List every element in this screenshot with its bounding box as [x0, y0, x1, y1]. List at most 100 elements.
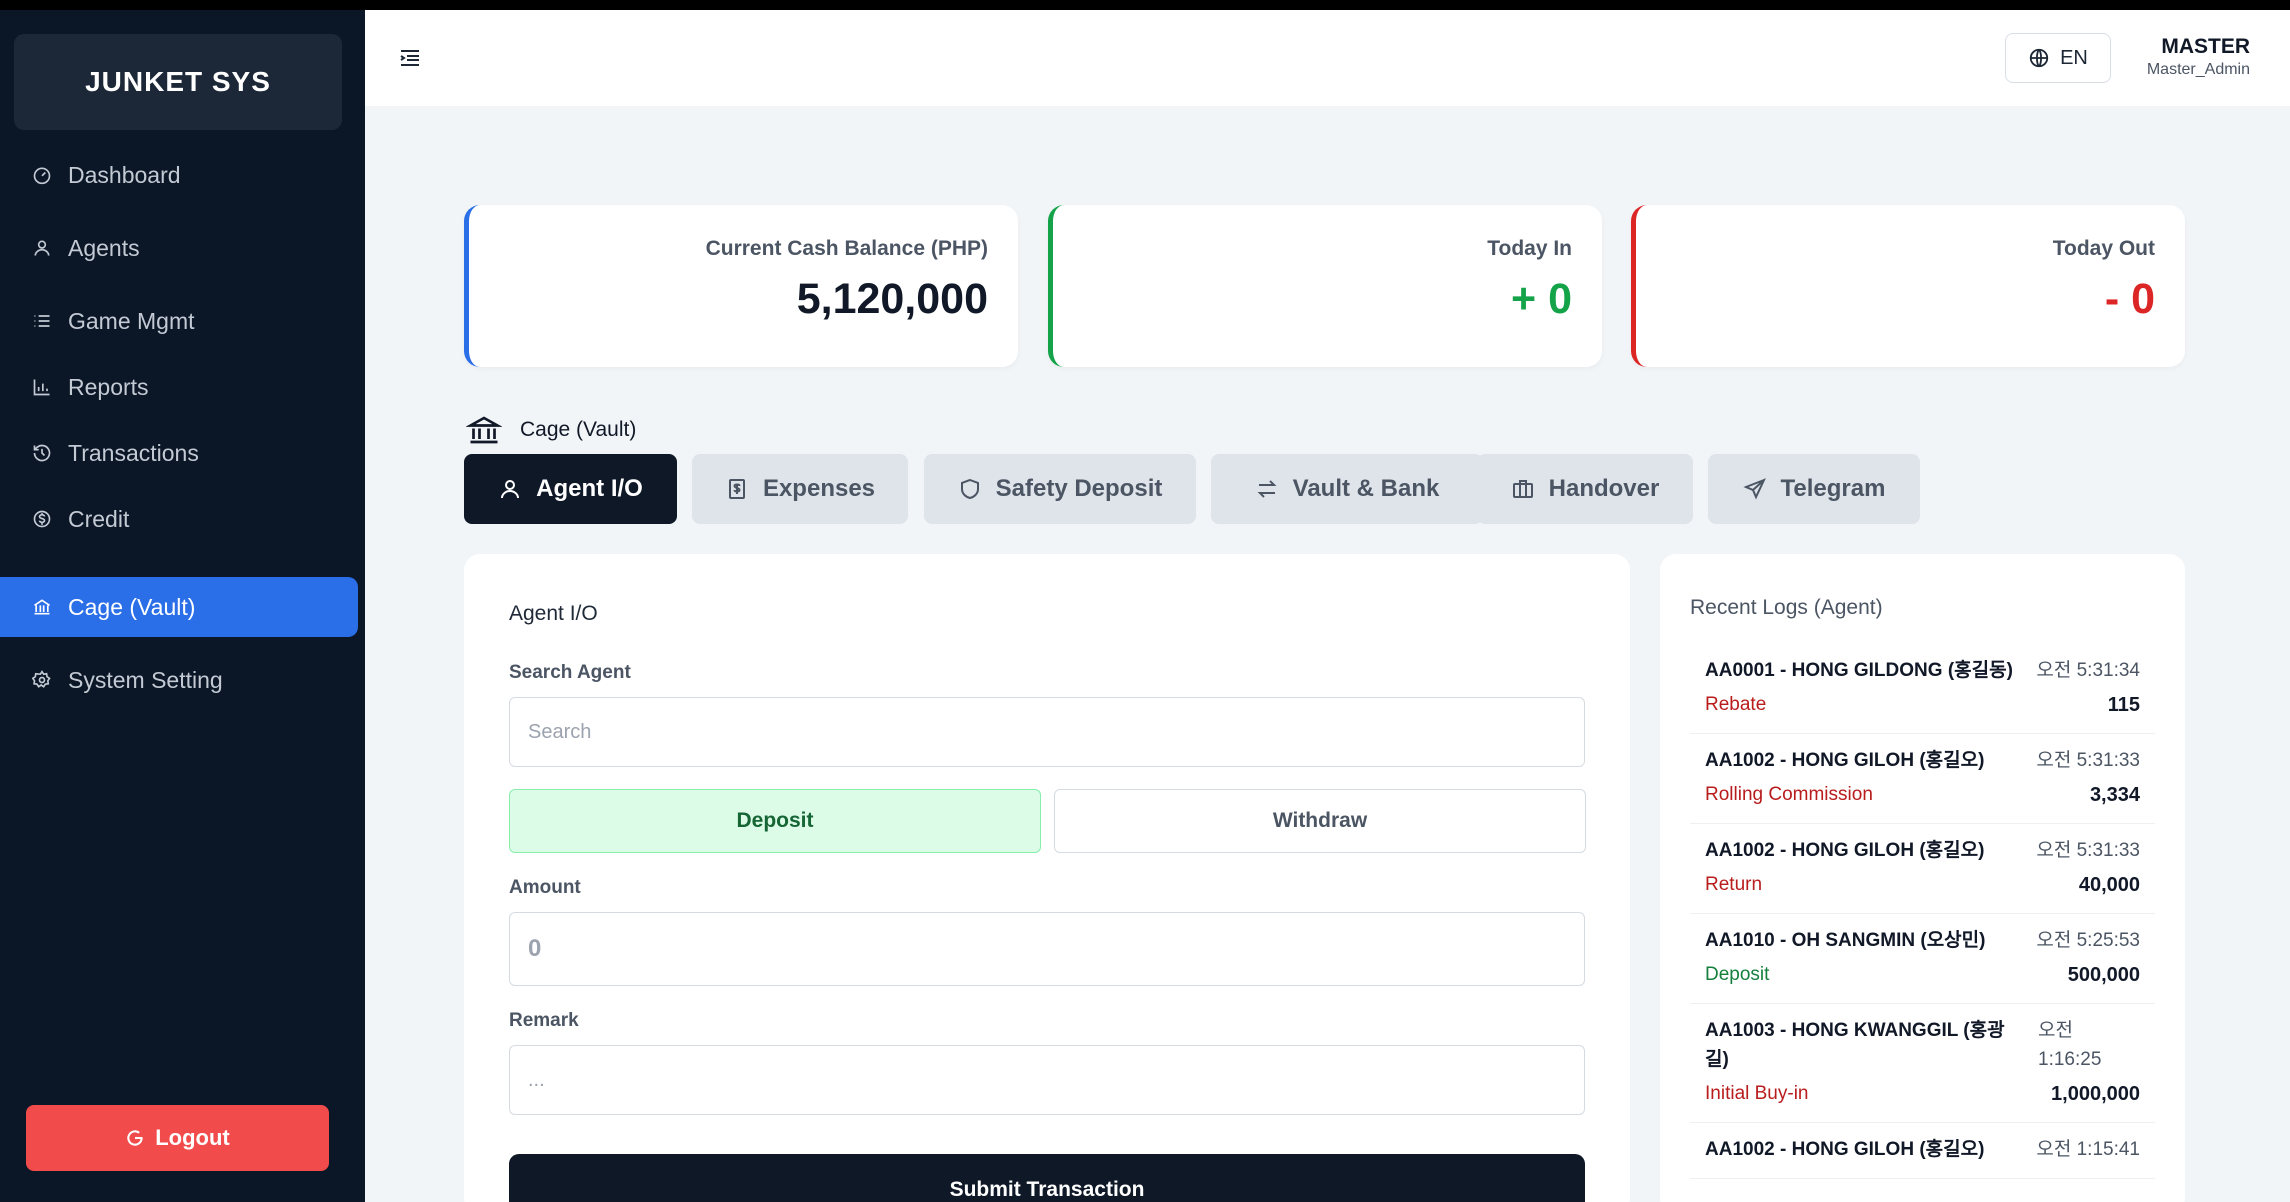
gear-icon — [32, 670, 52, 690]
language-label: EN — [2060, 46, 2088, 69]
sidebar-item-transactions[interactable]: Transactions — [0, 423, 358, 483]
sidebar-item-system-setting[interactable]: System Setting — [0, 650, 358, 710]
user-role: Master_Admin — [2146, 61, 2250, 78]
tab-expenses[interactable]: Expenses — [692, 454, 908, 524]
log-time: 오전 5:25:53 — [2036, 930, 2140, 951]
log-agent: AA1002 - HONG GILOH (홍길오) — [1705, 750, 1985, 771]
bank-icon — [466, 416, 502, 444]
withdraw-button[interactable]: Withdraw — [1054, 789, 1586, 853]
sidebar-item-label: System Setting — [68, 666, 223, 693]
list-icon — [32, 311, 52, 331]
log-agent: AA1002 - HONG GILOH (홍길오) — [1705, 1139, 1985, 1160]
sidebar-item-label: Transactions — [68, 439, 199, 466]
log-item: AA1002 - HONG GILOH (홍길오) 오전 5:31:33 Ret… — [1690, 824, 2155, 914]
log-time: 오전 1:15:41 — [2036, 1139, 2140, 1160]
log-amount: 115 — [2107, 694, 2140, 716]
stat-card-today-in: Today In + 0 — [1048, 205, 1602, 367]
tab-label: Vault & Bank — [1292, 475, 1440, 502]
tab-label: Expenses — [762, 475, 876, 502]
user-name: MASTER — [2161, 35, 2250, 58]
sidebar-item-label: Dashboard — [68, 161, 181, 188]
recent-logs-panel: Recent Logs (Agent) AA0001 - HONG GILDON… — [1660, 554, 2185, 1202]
log-item: AA0001 - HONG GILDONG (홍길동) 오전 5:31:34 R… — [1690, 644, 2155, 734]
brand-logo: JUNKET SYS — [14, 34, 342, 130]
user-icon — [501, 480, 520, 499]
log-time: 오전 5:31:34 — [2036, 660, 2140, 681]
tab-label: Safety Deposit — [995, 475, 1163, 502]
log-item: AA1010 - OH SANGMIN (오상민) 오전 5:25:53 Dep… — [1690, 914, 2155, 1004]
logout-icon — [127, 1130, 143, 1146]
amount-input[interactable] — [509, 912, 1585, 986]
send-icon — [1742, 478, 1766, 500]
remark-input[interactable] — [509, 1045, 1585, 1115]
tab-telegram[interactable]: Telegram — [1708, 454, 1920, 524]
sidebar-item-label: Credit — [68, 505, 130, 532]
section-heading: Cage (Vault) — [466, 412, 636, 448]
app-window: JUNKET SYS Dashboard Agents Game Mgmt Re… — [0, 10, 2290, 1202]
remark-label: Remark — [509, 1010, 579, 1031]
tab-agent-io[interactable]: Agent I/O — [464, 454, 677, 524]
tab-label: Handover — [1548, 475, 1660, 502]
log-amount: 1,000,000 — [2051, 1083, 2140, 1105]
tab-label: Telegram — [1780, 475, 1886, 502]
stat-card-today-out: Today Out - 0 — [1631, 205, 2185, 367]
amount-label: Amount — [509, 877, 581, 898]
deposit-button[interactable]: Deposit — [509, 789, 1041, 853]
log-type: Deposit — [1705, 964, 1770, 985]
stat-label: Today Out — [2052, 237, 2155, 260]
sidebar-item-dashboard[interactable]: Dashboard — [0, 145, 358, 205]
stat-value: 5,120,000 — [796, 275, 988, 323]
sidebar-item-credit[interactable]: Credit — [0, 489, 358, 549]
top-bar: EN MASTER Master_Admin — [365, 10, 2290, 106]
language-selector[interactable]: EN — [2005, 33, 2111, 83]
sidebar-item-label: Agents — [68, 234, 140, 261]
sidebar-item-label: Cage (Vault) — [68, 593, 196, 620]
log-amount: 500,000 — [2067, 964, 2140, 986]
search-agent-input[interactable] — [509, 697, 1585, 767]
tab-label: Agent I/O — [536, 475, 643, 502]
sidebar-item-agents[interactable]: Agents — [0, 218, 358, 278]
log-type: Initial Buy-in — [1705, 1083, 1809, 1104]
logout-button[interactable]: Logout — [26, 1105, 329, 1171]
sidebar-item-cage-vault[interactable]: Cage (Vault) — [0, 577, 358, 637]
briefcase-icon — [1512, 480, 1533, 498]
log-amount: 40,000 — [2078, 874, 2140, 896]
log-item: AA1003 - HONG KWANGGIL (홍광길) 오전 1:16:25 … — [1690, 1004, 2155, 1123]
globe-icon — [2029, 48, 2049, 68]
history-icon — [32, 443, 52, 463]
log-list: AA0001 - HONG GILDONG (홍길동) 오전 5:31:34 R… — [1690, 644, 2155, 1179]
section-title: Cage (Vault) — [520, 418, 637, 441]
agent-io-form: Agent I/O Search Agent Deposit Withdraw … — [464, 554, 1630, 1202]
dollar-icon — [32, 509, 52, 529]
log-time: 오전 5:31:33 — [2036, 840, 2140, 861]
stat-card-balance: Current Cash Balance (PHP) 5,120,000 — [464, 205, 1018, 367]
stat-label: Current Cash Balance (PHP) — [705, 237, 988, 260]
receipt-icon — [728, 479, 745, 499]
menu-toggle-icon[interactable] — [398, 46, 422, 70]
user-icon — [32, 238, 52, 258]
search-agent-label: Search Agent — [509, 662, 631, 683]
tab-vault-bank[interactable]: Vault & Bank — [1211, 454, 1483, 524]
dashboard-icon — [32, 165, 52, 185]
log-type: Return — [1705, 874, 1763, 895]
log-item: AA1002 - HONG GILOH (홍길오) 오전 5:31:33 Rol… — [1690, 734, 2155, 824]
log-agent: AA1002 - HONG GILOH (홍길오) — [1705, 840, 1985, 861]
log-agent: AA0001 - HONG GILDONG (홍길동) — [1705, 660, 2013, 681]
logout-label: Logout — [155, 1125, 230, 1150]
bank-icon — [32, 597, 52, 617]
sidebar-item-game-mgmt[interactable]: Game Mgmt — [0, 291, 358, 351]
log-agent: AA1003 - HONG KWANGGIL (홍광길) — [1705, 1020, 2005, 1070]
bar-chart-icon — [32, 377, 52, 397]
log-type: Rolling Commission — [1705, 784, 1873, 805]
log-agent: AA1010 - OH SANGMIN (오상민) — [1705, 930, 1986, 951]
user-info[interactable]: MASTER Master_Admin — [2147, 35, 2250, 79]
log-type: Rebate — [1705, 694, 1767, 715]
logs-title: Recent Logs (Agent) — [1690, 596, 1883, 619]
log-time: 오전 1:16:25 — [2038, 1020, 2102, 1070]
log-item: AA1002 - HONG GILOH (홍길오) 오전 1:15:41 — [1690, 1123, 2155, 1179]
submit-transaction-button[interactable]: Submit Transaction — [509, 1154, 1585, 1202]
tab-handover[interactable]: Handover — [1477, 454, 1693, 524]
sidebar-item-reports[interactable]: Reports — [0, 357, 358, 417]
stat-label: Today In — [1487, 237, 1572, 260]
tab-safety-deposit[interactable]: Safety Deposit — [924, 454, 1196, 524]
